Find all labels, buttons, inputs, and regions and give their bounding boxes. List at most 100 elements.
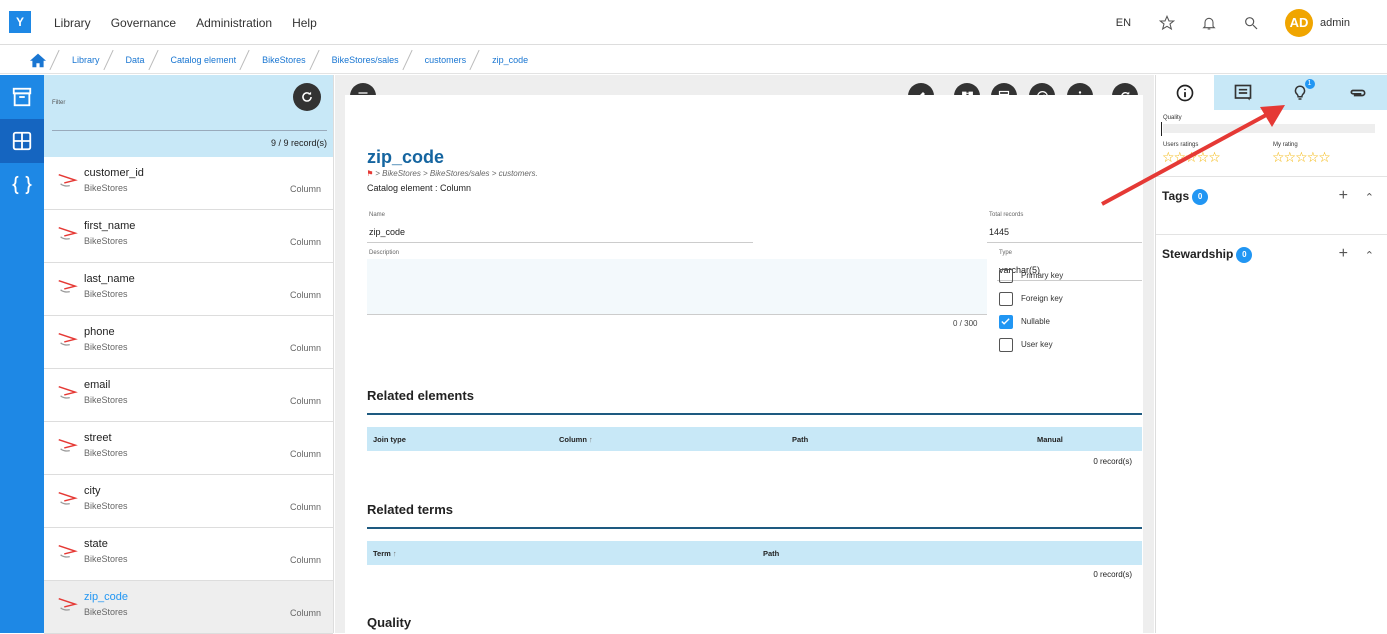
nav-administration[interactable]: Administration	[196, 16, 272, 30]
list-item-source: BikeStores	[84, 607, 128, 617]
breadcrumb-item[interactable]: Catalog element	[159, 55, 251, 65]
username[interactable]: admin	[1320, 17, 1350, 29]
path-text: > BikeStores > BikeStores/sales > custom…	[375, 169, 538, 178]
list-item-source: BikeStores	[84, 501, 128, 511]
chevron-up-icon[interactable]: ⌃	[1365, 191, 1374, 204]
related-elements-title: Related elements	[367, 388, 474, 403]
list-item-source: BikeStores	[84, 554, 128, 564]
list-item[interactable]: zip_code BikeStores Column	[44, 581, 333, 634]
braces-icon[interactable]	[0, 163, 44, 207]
related-terms-title: Related terms	[367, 502, 453, 517]
col-path[interactable]: Path	[792, 435, 808, 444]
related-elements-count: 0 record(s)	[1093, 457, 1132, 466]
list-item[interactable]: email BikeStores Column	[44, 369, 333, 422]
record-count: 9 / 9 record(s)	[270, 138, 327, 148]
app-logo[interactable]: Y	[9, 11, 31, 33]
name-underline	[367, 242, 753, 243]
related-terms-table-header: Term ↑ Path	[367, 541, 1142, 565]
column-icon	[56, 330, 78, 352]
nav-library[interactable]: Library	[54, 16, 91, 30]
list-item-type: Column	[289, 290, 321, 300]
stewardship-count-badge: 0	[1236, 247, 1253, 263]
avatar[interactable]: AD	[1285, 8, 1314, 37]
col-manual[interactable]: Manual	[1037, 435, 1063, 444]
stewardship-section: Stewardship 0 + ⌃	[1156, 234, 1387, 292]
top-bar: Y Library Governance Administration Help…	[0, 0, 1387, 45]
list-item-name: customer_id	[84, 167, 144, 179]
filter-underline	[52, 130, 327, 131]
chevron-up-icon[interactable]: ⌃	[1365, 249, 1374, 262]
list-item-type: Column	[289, 237, 321, 247]
nav-help[interactable]: Help	[292, 16, 317, 30]
list-item[interactable]: street BikeStores Column	[44, 422, 333, 475]
archive-icon[interactable]	[0, 75, 44, 119]
total-underline	[987, 242, 1142, 243]
breadcrumb: Library Data Catalog element BikeStores …	[0, 46, 1387, 74]
column-icon	[56, 171, 78, 193]
col-term-path[interactable]: Path	[763, 549, 779, 558]
list-item[interactable]: state BikeStores Column	[44, 528, 333, 581]
list-item[interactable]: last_name BikeStores Column	[44, 263, 333, 316]
breadcrumb-item[interactable]: customers	[413, 55, 481, 65]
main-area: zip_code ⚑ > BikeStores > BikeStores/sal…	[335, 75, 1154, 633]
list-item[interactable]: customer_id BikeStores Column	[44, 157, 333, 210]
list-item-source: BikeStores	[84, 342, 128, 352]
detail-card: zip_code ⚑ > BikeStores > BikeStores/sal…	[345, 95, 1143, 633]
language-selector[interactable]: EN	[1116, 17, 1131, 29]
list-item-type: Column	[289, 343, 321, 353]
home-icon[interactable]	[28, 52, 48, 68]
nullable-checkbox[interactable]	[999, 315, 1013, 329]
primary-key-checkbox[interactable]	[999, 269, 1013, 283]
breadcrumb-item[interactable]: zip_code	[480, 55, 542, 65]
col-join-type[interactable]: Join type	[373, 435, 406, 444]
col-term[interactable]: Term ↑	[373, 549, 397, 558]
search-icon[interactable]	[1243, 15, 1259, 31]
top-nav: Library Governance Administration Help	[54, 0, 337, 45]
bell-icon[interactable]	[1201, 15, 1217, 31]
flag-icon: ⚑	[367, 169, 373, 178]
list-item-type: Column	[289, 396, 321, 406]
add-steward-button[interactable]: +	[1339, 245, 1348, 263]
section-divider	[367, 413, 1142, 415]
related-terms-count: 0 record(s)	[1093, 570, 1132, 579]
foreign-key-checkbox[interactable]	[999, 292, 1013, 306]
filter-input[interactable]: Filter	[52, 100, 65, 106]
nav-governance[interactable]: Governance	[111, 16, 176, 30]
col-column[interactable]: Column ↑	[559, 435, 593, 444]
top-right: EN AD admin	[1116, 0, 1387, 45]
list-item-source: BikeStores	[84, 183, 128, 193]
list-item[interactable]: phone BikeStores Column	[44, 316, 333, 369]
grid-icon[interactable]	[0, 119, 44, 163]
stewardship-label: Stewardship	[1162, 247, 1234, 262]
add-tag-button[interactable]: +	[1339, 187, 1348, 205]
sort-up-icon[interactable]: ↑	[589, 435, 593, 444]
list-item[interactable]: city BikeStores Column	[44, 475, 333, 528]
user-key-checkbox[interactable]	[999, 338, 1013, 352]
stewardship-title: Stewardship 0	[1162, 247, 1253, 263]
list-item[interactable]: first_name BikeStores Column	[44, 210, 333, 263]
list-item-type: Column	[289, 608, 321, 618]
page-title: zip_code	[367, 147, 445, 167]
description-label: Description	[369, 250, 400, 256]
breadcrumb-item[interactable]: BikeStores/sales	[320, 55, 413, 65]
star-icon[interactable]	[1159, 14, 1176, 31]
refresh-button[interactable]	[293, 83, 321, 111]
name-field[interactable]: zip_code	[369, 227, 405, 237]
type-label: Type	[999, 250, 1013, 256]
list-item-source: BikeStores	[84, 236, 128, 246]
breadcrumb-item[interactable]: BikeStores	[250, 55, 320, 65]
catalog-element-type: Catalog element : Column	[367, 183, 472, 193]
related-elements-table-header: Join type Column ↑ Path Manual	[367, 427, 1142, 451]
section-divider	[367, 527, 1142, 529]
tab-attachments[interactable]	[1329, 75, 1387, 110]
type-underline	[997, 280, 1142, 281]
total-records-value: 1445	[989, 227, 1010, 237]
suggestions-badge: 1	[1304, 79, 1315, 89]
list-item-type: Column	[289, 184, 321, 194]
list-item-name: phone	[84, 326, 115, 338]
list-item-name: zip_code	[84, 591, 129, 603]
description-field[interactable]	[367, 259, 987, 315]
column-icon	[56, 542, 78, 564]
sort-up-icon[interactable]: ↑	[393, 549, 397, 558]
paperclip-icon	[1350, 89, 1366, 96]
